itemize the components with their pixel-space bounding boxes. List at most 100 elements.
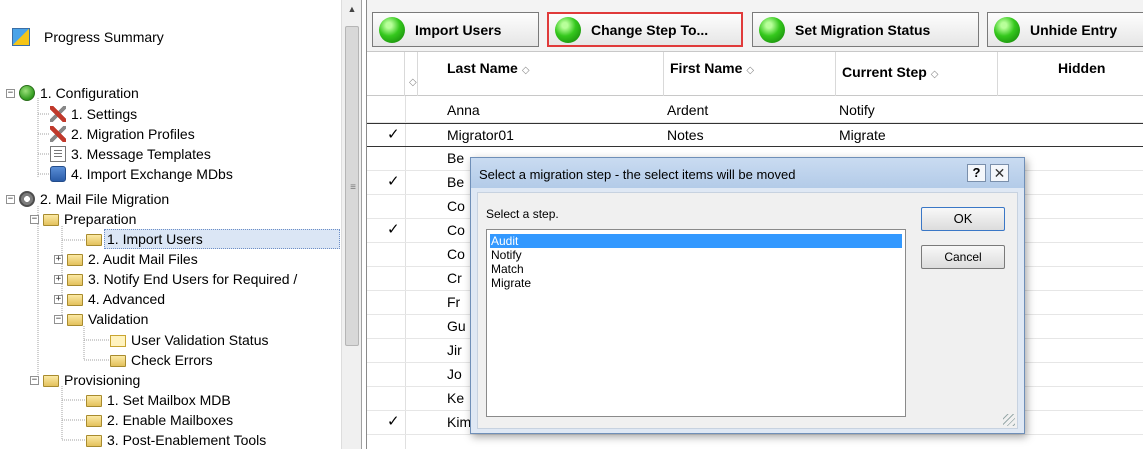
column-header-label: Current Step xyxy=(842,64,927,80)
cell-last: Cr xyxy=(447,270,462,286)
tree-item-post-enablement-tools[interactable]: 3. Post-Enablement Tools xyxy=(86,430,269,449)
cell-last: Fr xyxy=(447,294,461,310)
folder-icon xyxy=(86,395,102,407)
button-label: Set Migration Status xyxy=(795,21,931,38)
tree-item-provisioning[interactable]: − Provisioning xyxy=(30,370,143,390)
collapse-icon[interactable]: − xyxy=(30,214,39,224)
cell-last: Migrator01 xyxy=(447,127,514,143)
checkmark-icon: ✓ xyxy=(387,413,400,430)
tree-item-advanced[interactable]: + 4. Advanced xyxy=(54,289,168,309)
column-header-hidden[interactable]: Hidden xyxy=(998,52,1143,96)
tree-item-preparation[interactable]: − Preparation xyxy=(30,209,139,229)
checkmark-icon: ✓ xyxy=(387,221,400,238)
tree-item-label: 3. Post-Enablement Tools xyxy=(107,432,267,448)
collapse-icon[interactable]: − xyxy=(6,194,15,204)
step-listbox[interactable]: Audit Notify Match Migrate xyxy=(486,229,906,417)
folder-icon xyxy=(67,314,83,326)
cell-last: Co xyxy=(447,246,465,262)
tree-item-label: 3. Message Templates xyxy=(71,146,211,162)
table-row[interactable]: Anna Ardent Notify xyxy=(367,99,1143,123)
cell-last: Co xyxy=(447,222,465,238)
column-header-label: First Name xyxy=(670,60,743,76)
tree-item-label: 1. Set Mailbox MDB xyxy=(107,392,231,408)
ok-button[interactable]: OK xyxy=(921,207,1005,231)
collapse-icon[interactable]: − xyxy=(54,314,63,324)
tree-item-audit-mail-files[interactable]: + 2. Audit Mail Files xyxy=(54,249,201,269)
tree-item-message-templates[interactable]: 3. Message Templates xyxy=(50,144,214,164)
tree-item-configuration[interactable]: − 1. Configuration xyxy=(6,83,142,103)
cancel-button[interactable]: Cancel xyxy=(921,245,1005,269)
cell-first: Ardent xyxy=(667,102,709,118)
close-icon[interactable]: ✕ xyxy=(990,164,1009,182)
folder-icon xyxy=(67,274,83,286)
step-option-audit[interactable]: Audit xyxy=(490,234,902,248)
folder-icon xyxy=(43,375,59,387)
column-header-last-name[interactable]: Last Name ◇ xyxy=(419,52,664,96)
step-option-notify[interactable]: Notify xyxy=(490,248,902,262)
expand-icon[interactable]: + xyxy=(54,274,63,284)
tree-item-label: Provisioning xyxy=(64,372,141,388)
tree-scrollbar[interactable]: ▲ ≡ xyxy=(341,0,361,449)
cell-last: Gu xyxy=(447,318,466,334)
scroll-up-arrow-icon[interactable]: ▲ xyxy=(342,0,361,18)
step-option-migrate[interactable]: Migrate xyxy=(490,276,902,290)
folder-icon xyxy=(43,214,59,226)
select-step-label: Select a step. xyxy=(486,207,559,221)
column-header-label: Hidden xyxy=(1058,60,1106,76)
button-label: Unhide Entry xyxy=(1030,21,1118,38)
tree-item-label: 2. Audit Mail Files xyxy=(88,251,198,267)
tree-item-user-validation-status[interactable]: User Validation Status xyxy=(110,330,271,350)
scrollbar-thumb[interactable]: ≡ xyxy=(345,26,359,346)
change-step-button[interactable]: Change Step To... xyxy=(547,12,743,47)
collapse-icon[interactable]: − xyxy=(6,88,15,98)
tree-item-check-errors[interactable]: Check Errors xyxy=(110,350,216,370)
expand-icon[interactable]: + xyxy=(54,294,63,304)
column-header-checkbox[interactable] xyxy=(367,52,405,96)
resize-grip-icon[interactable] xyxy=(1003,414,1015,426)
column-header-current-step[interactable]: Current Step ◇ xyxy=(836,52,998,96)
unhide-entry-button[interactable]: Unhide Entry xyxy=(987,12,1143,47)
tree-item-enable-mailboxes[interactable]: 2. Enable Mailboxes xyxy=(86,410,236,430)
tree-item-notify-end-users[interactable]: + 3. Notify End Users for Required / xyxy=(54,269,300,289)
folder-icon xyxy=(86,415,102,427)
sort-icon: ◇ xyxy=(521,65,530,76)
tree-item-label: Check Errors xyxy=(131,352,213,368)
collapse-icon[interactable]: − xyxy=(30,375,39,385)
navigation-tree: Progress Summary − 1. Configuration 1. S… xyxy=(0,0,362,449)
table-row[interactable]: ✓ Migrator01 Notes Migrate xyxy=(367,123,1143,147)
tools-icon xyxy=(50,106,66,122)
column-header-label: Last Name xyxy=(447,60,518,76)
dialog-body: Select a step. Audit Notify Match Migrat… xyxy=(477,192,1018,429)
document-icon xyxy=(50,146,66,162)
tree-item-import-exchange-mdbs[interactable]: 4. Import Exchange MDbs xyxy=(50,164,236,184)
tree-item-label: 2. Migration Profiles xyxy=(71,126,195,142)
cell-last: Kim xyxy=(447,414,472,430)
tree-item-label: 4. Import Exchange MDbs xyxy=(71,166,233,182)
tree-item-migration-profiles[interactable]: 2. Migration Profiles xyxy=(50,124,198,144)
tree-item-label: 4. Advanced xyxy=(88,291,166,307)
step-option-match[interactable]: Match xyxy=(490,262,902,276)
tree-item-import-users[interactable]: 1. Import Users xyxy=(86,229,340,249)
help-button[interactable]: ? xyxy=(967,164,986,182)
tree-item-label: 2. Enable Mailboxes xyxy=(107,412,234,428)
database-icon xyxy=(50,166,66,182)
tree-item-validation[interactable]: − Validation xyxy=(54,309,151,329)
dialog-title-bar[interactable]: Select a migration step - the select ite… xyxy=(471,158,1024,188)
cell-first: Notes xyxy=(667,127,704,143)
tree-item-set-mailbox-mdb[interactable]: 1. Set Mailbox MDB xyxy=(86,390,234,410)
cell-last: Jir xyxy=(447,342,462,358)
sort-icon: ◇ xyxy=(746,65,755,76)
expand-icon[interactable]: + xyxy=(54,254,63,264)
tree-item-label: User Validation Status xyxy=(131,332,269,348)
tree-item-settings[interactable]: 1. Settings xyxy=(50,104,140,124)
set-migration-status-button[interactable]: Set Migration Status xyxy=(752,12,979,47)
tree-item-mail-file-migration[interactable]: − 2. Mail File Migration xyxy=(6,189,172,209)
folder-icon xyxy=(67,294,83,306)
column-header-first-name[interactable]: First Name ◇ xyxy=(664,52,836,96)
sort-icon[interactable]: ◇ xyxy=(405,52,418,96)
import-users-button[interactable]: Import Users xyxy=(372,12,539,47)
cell-last: Ke xyxy=(447,390,465,406)
green-orb-icon xyxy=(759,16,785,43)
tree-item-label: 2. Mail File Migration xyxy=(40,191,170,207)
cell-last: Anna xyxy=(447,102,480,118)
